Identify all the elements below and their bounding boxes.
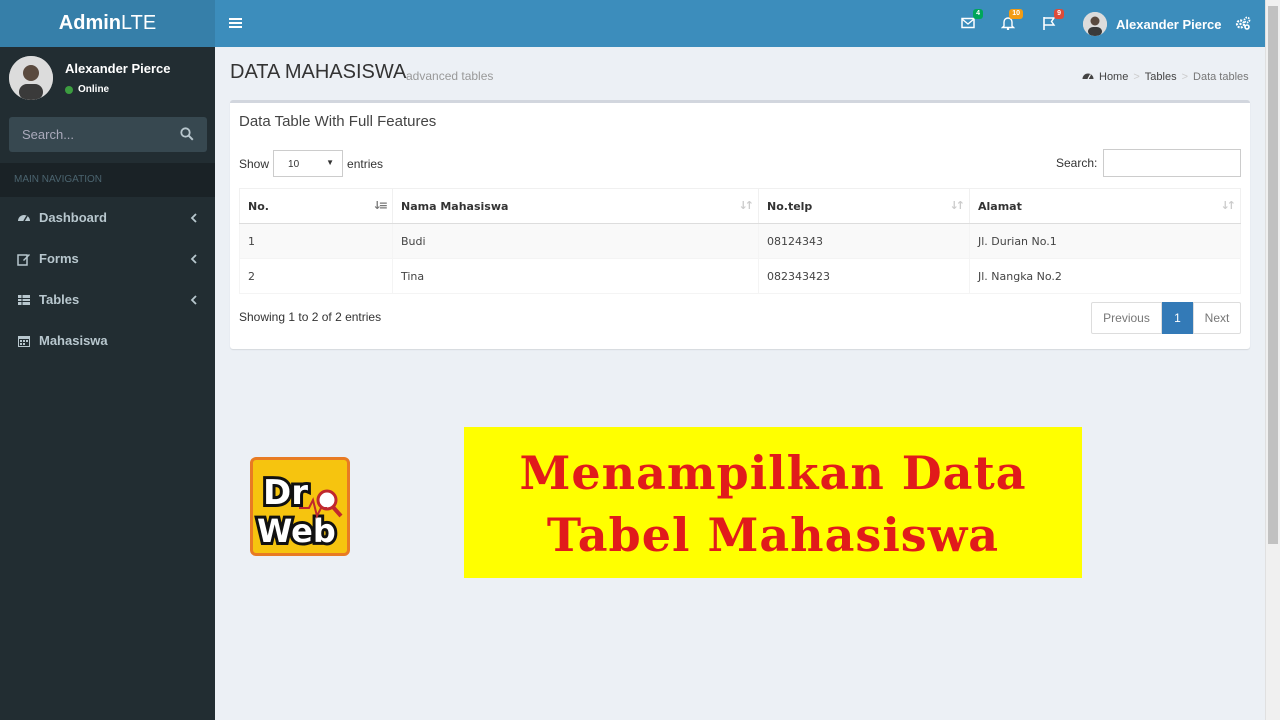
table-icon <box>17 293 31 307</box>
page-scrollbar[interactable] <box>1265 0 1280 720</box>
sidebar-user-name: Alexander Pierce <box>65 61 171 76</box>
gears-icon[interactable] <box>1235 16 1251 33</box>
calendar-icon <box>17 334 31 348</box>
edit-icon <box>17 252 31 266</box>
page-1-button[interactable]: 1 <box>1162 302 1193 334</box>
messages-icon[interactable]: 4 <box>961 9 983 33</box>
sidebar-avatar <box>9 56 53 100</box>
sidebar-item-label: Mahasiswa <box>39 333 108 348</box>
notifications-badge: 10 <box>1009 9 1023 19</box>
table-cell: 082343423 <box>758 258 970 294</box>
sidebar-item-label: Tables <box>39 292 80 307</box>
box-title: Data Table With Full Features <box>239 113 437 130</box>
entries-select-value: 10 <box>288 159 300 170</box>
entries-length-control: Show 10 ▼ entries <box>239 150 383 177</box>
column-header-nama[interactable]: Nama Mahasiswa ↓↑ <box>392 188 759 224</box>
page-title: DATA MAHASISWA <box>230 61 407 83</box>
table-cell: Tina <box>392 258 759 294</box>
breadcrumb-separator: > <box>1181 70 1189 83</box>
sidebar-search <box>9 117 207 152</box>
column-header-label: No. <box>248 199 269 213</box>
chevron-left-icon <box>190 252 198 267</box>
table-row: 1 Budi 08124343 Jl. Durian No.1 <box>239 223 1241 259</box>
entries-label: entries <box>347 156 384 171</box>
flag-icon[interactable]: 9 <box>1042 9 1064 33</box>
logo-rest-text: LTE <box>121 12 157 34</box>
breadcrumb-home[interactable]: Home <box>1099 71 1128 83</box>
table-header-row: No. ↓≡ Nama Mahasiswa ↓↑ No.telp ↓↑ Alamat ↓… <box>239 188 1241 224</box>
app-logo[interactable]: AdminLTE <box>0 0 215 47</box>
next-page-button[interactable]: Next <box>1193 302 1241 334</box>
data-table-box: Data Table With Full Features Show 10 ▼ e… <box>230 100 1250 349</box>
user-menu[interactable]: Alexander Pierce <box>1083 12 1222 36</box>
chevron-left-icon <box>190 211 198 226</box>
dashboard-icon <box>17 211 31 225</box>
table-cell: Jl. Durian No.1 <box>969 223 1241 259</box>
sort-icon: ↓↑ <box>738 199 755 212</box>
show-label: Show <box>239 156 270 171</box>
scrollbar-thumb[interactable] <box>1268 6 1278 544</box>
messages-badge: 4 <box>973 9 983 19</box>
breadcrumb: Home > Tables > Data tables <box>1082 70 1249 83</box>
main-navigation-header: MAIN NAVIGATION <box>0 163 215 197</box>
banner-line-1: Menampilkan Data <box>519 446 1027 500</box>
table-cell: 08124343 <box>758 223 970 259</box>
breadcrumb-tables[interactable]: Tables <box>1145 71 1177 83</box>
caret-down-icon: ▼ <box>326 158 335 167</box>
table-search: Search: <box>1056 149 1242 177</box>
banner-line-2: Tabel Mahasiswa <box>546 508 1000 562</box>
column-header-label: No.telp <box>767 199 813 213</box>
page-subtitle: advanced tables <box>406 69 494 83</box>
top-navbar: 4 10 9 Alexander Pierce <box>215 0 1265 47</box>
dashboard-icon <box>1082 70 1094 83</box>
column-header-label: Nama Mahasiswa <box>401 199 509 213</box>
user-status-label: Online <box>78 84 110 95</box>
table-cell: 1 <box>239 223 393 259</box>
table-search-input[interactable] <box>1103 149 1242 177</box>
topbar-user-name: Alexander Pierce <box>1116 16 1222 32</box>
previous-page-button[interactable]: Previous <box>1091 302 1162 334</box>
search-icon[interactable] <box>180 127 194 144</box>
logo-text-bottom: Web <box>257 512 336 550</box>
drweb-logo: Dr Web <box>250 457 350 556</box>
sidebar-search-input[interactable] <box>9 117 169 152</box>
sidebar-item-tables[interactable]: Tables <box>0 279 215 320</box>
sidebar-item-forms[interactable]: Forms <box>0 238 215 279</box>
sidebar-toggle-icon[interactable] <box>229 17 242 32</box>
column-header-label: Alamat <box>978 199 1022 213</box>
sidebar-item-mahasiswa[interactable]: Mahasiswa <box>0 320 215 361</box>
sort-icon: ↓↑ <box>1220 199 1237 212</box>
table-info: Showing 1 to 2 of 2 entries <box>239 310 382 324</box>
table-cell: 2 <box>239 258 393 294</box>
sidebar: Alexander Pierce Online MAIN NAVIGATION … <box>0 47 215 720</box>
column-header-telp[interactable]: No.telp ↓↑ <box>758 188 970 224</box>
table-row: 2 Tina 082343423 Jl. Nangka No.2 <box>239 258 1241 294</box>
bell-icon[interactable]: 10 <box>1000 9 1023 33</box>
table-cell: Budi <box>392 223 759 259</box>
sidebar-item-label: Dashboard <box>39 210 107 225</box>
search-label: Search: <box>1056 156 1098 170</box>
entries-select[interactable]: 10 ▼ <box>273 150 344 177</box>
title-banner: Menampilkan Data Tabel Mahasiswa <box>464 427 1082 578</box>
pagination: Previous 1 Next <box>1091 302 1241 334</box>
sort-icon: ↓↑ <box>949 199 966 212</box>
online-dot-icon <box>65 85 73 94</box>
sidebar-item-dashboard[interactable]: Dashboard <box>0 197 215 238</box>
students-table: No. ↓≡ Nama Mahasiswa ↓↑ No.telp ↓↑ Alamat ↓… <box>239 188 1241 294</box>
user-status: Online <box>65 84 109 95</box>
breadcrumb-data-tables: Data tables <box>1193 70 1249 83</box>
logo-bold-text: Admin <box>58 12 121 34</box>
topbar-avatar <box>1083 12 1107 36</box>
table-cell: Jl. Nangka No.2 <box>969 258 1241 294</box>
chevron-left-icon <box>190 293 198 308</box>
user-panel: Alexander Pierce Online <box>0 47 215 109</box>
breadcrumb-separator: > <box>1133 70 1140 83</box>
tasks-badge: 9 <box>1054 9 1064 19</box>
column-header-alamat[interactable]: Alamat ↓↑ <box>969 188 1241 224</box>
column-header-no[interactable]: No. ↓≡ <box>239 188 393 224</box>
sort-asc-icon: ↓≡ <box>372 199 389 212</box>
sidebar-item-label: Forms <box>39 251 79 266</box>
